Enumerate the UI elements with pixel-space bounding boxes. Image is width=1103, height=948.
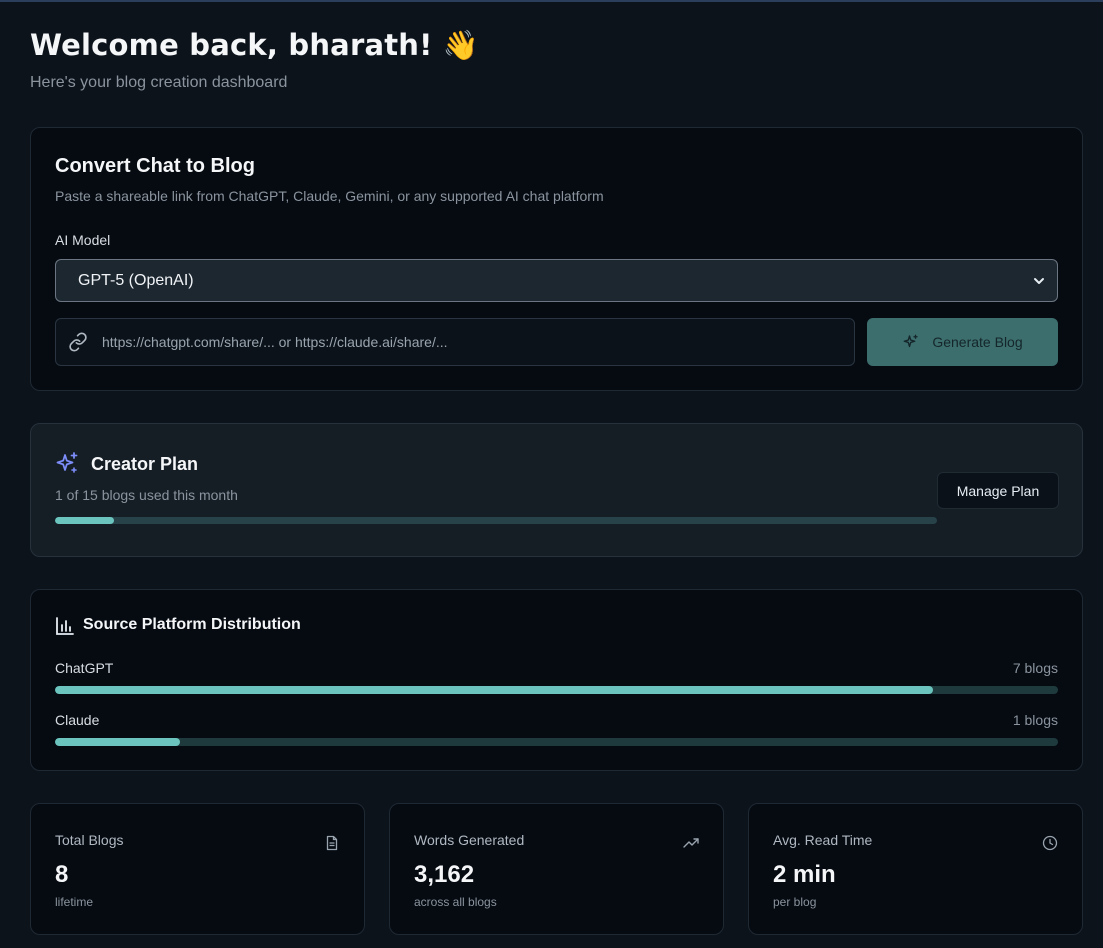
stat-card-total-blogs: Total Blogs 8 lifetime: [30, 803, 365, 935]
stat-value: 2 min: [773, 861, 836, 888]
platform-bar: [55, 686, 1058, 694]
platform-name: Claude: [55, 712, 100, 728]
stat-label: Total Blogs: [55, 832, 124, 848]
platform-count: 1 blogs: [1012, 712, 1058, 728]
convert-card: Convert Chat to Blog Paste a shareable l…: [30, 127, 1083, 391]
trending-up-icon: [683, 838, 699, 848]
platform-bar-fill: [55, 686, 933, 694]
stat-sub: lifetime: [55, 895, 94, 909]
clock-icon: [1042, 835, 1058, 851]
stat-card-avg-read-time: Avg. Read Time 2 min per blog: [748, 803, 1083, 935]
link-icon: [69, 332, 87, 352]
generate-blog-button[interactable]: Generate Blog: [867, 318, 1058, 366]
platform-count: 7 blogs: [1012, 660, 1058, 676]
stat-card-words-generated: Words Generated 3,162 across all blogs: [389, 803, 724, 935]
page-subtitle: Here's your blog creation dashboard: [30, 74, 288, 91]
ai-model-label: AI Model: [55, 232, 111, 248]
convert-description: Paste a shareable link from ChatGPT, Cla…: [55, 188, 604, 204]
sparkles-icon: [903, 334, 919, 348]
ai-model-select[interactable]: GPT-5 (OpenAI): [55, 259, 1058, 302]
page-title: Welcome back, bharath! 👋: [30, 28, 480, 62]
share-url-input[interactable]: [102, 334, 854, 350]
stat-value: 8: [55, 861, 69, 888]
top-border: [0, 0, 1103, 2]
generate-blog-label: Generate Blog: [932, 334, 1023, 350]
ai-model-selected-value: GPT-5 (OpenAI): [78, 271, 194, 289]
platform-bar: [55, 738, 1058, 746]
bar-chart-icon: [56, 617, 74, 635]
stat-value: 3,162: [414, 861, 475, 888]
chevron-down-icon: [1034, 277, 1044, 284]
convert-title: Convert Chat to Blog: [55, 155, 255, 177]
plan-usage-bar: [55, 517, 937, 524]
plan-usage-text: 1 of 15 blogs used this month: [55, 487, 238, 503]
stat-sub: per blog: [773, 895, 817, 909]
stat-sub: across all blogs: [414, 895, 497, 909]
stat-label: Words Generated: [414, 832, 525, 848]
platform-distribution-card: Source Platform Distribution ChatGPT 7 b…: [30, 589, 1083, 771]
share-url-field[interactable]: [55, 318, 855, 366]
platform-bar-fill: [55, 738, 181, 746]
plan-usage-fill: [55, 517, 114, 524]
sparkles-icon: [56, 452, 78, 473]
plan-card: Creator Plan 1 of 15 blogs used this mon…: [30, 423, 1083, 557]
distribution-title: Source Platform Distribution: [83, 616, 301, 633]
stat-label: Avg. Read Time: [773, 832, 873, 848]
document-icon: [326, 835, 338, 851]
platform-name: ChatGPT: [55, 660, 114, 676]
manage-plan-button[interactable]: Manage Plan: [937, 472, 1059, 509]
plan-name: Creator Plan: [91, 454, 199, 474]
